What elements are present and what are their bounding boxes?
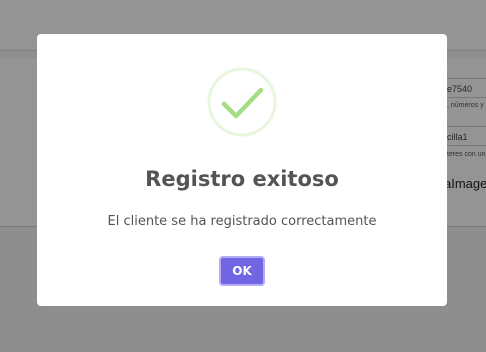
dialog-title: Registro exitoso: [145, 167, 339, 191]
dialog-message: El cliente se ha registrado correctament…: [107, 214, 377, 229]
success-dialog: Registro exitoso El cliente se ha regist…: [37, 34, 447, 306]
success-check-icon: [207, 67, 277, 137]
ok-button[interactable]: OK: [219, 256, 265, 286]
